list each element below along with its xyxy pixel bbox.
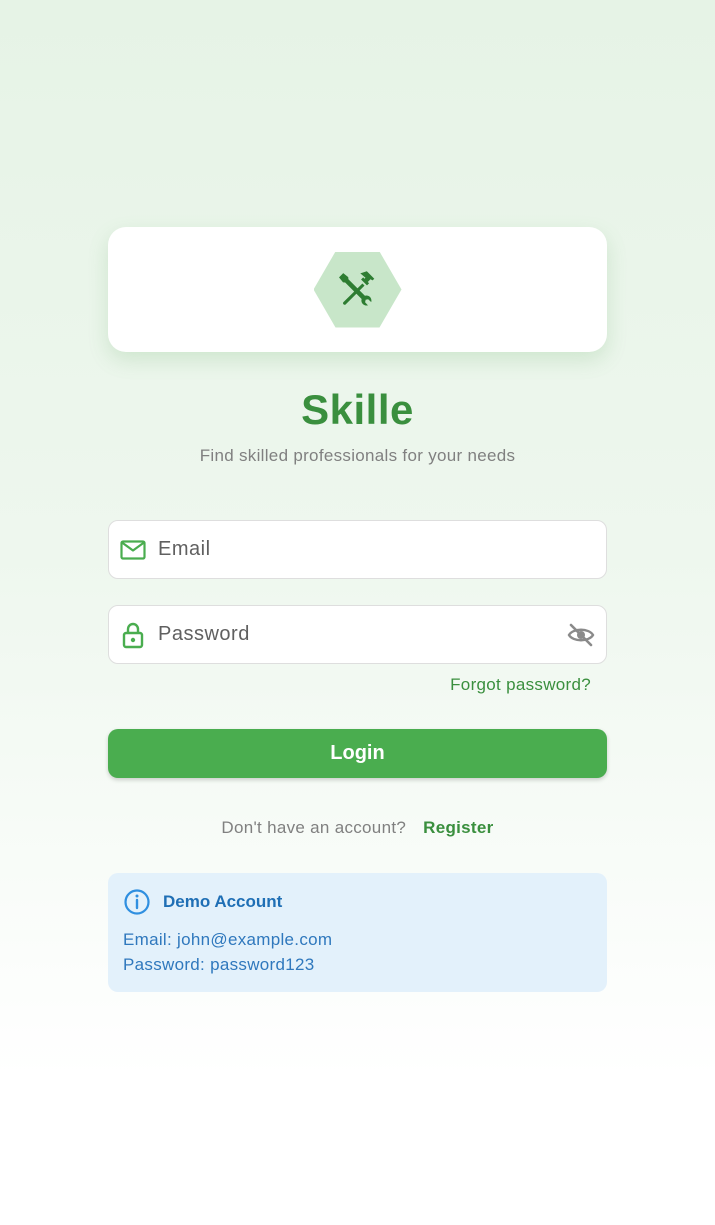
password-input[interactable]: [158, 623, 566, 647]
logo-hexagon: [313, 251, 402, 328]
demo-title: Demo Account: [163, 892, 283, 912]
demo-header: Demo Account: [123, 888, 592, 916]
forgot-password-link[interactable]: Forgot password?: [450, 675, 591, 694]
info-icon: [123, 888, 151, 916]
login-button[interactable]: Login: [108, 729, 607, 779]
demo-email: Email: john@example.com: [123, 930, 333, 950]
email-field[interactable]: [108, 520, 607, 580]
eye-off-icon[interactable]: [566, 620, 596, 650]
lock-icon: [120, 622, 146, 648]
app-title: Skille: [301, 386, 414, 433]
register-link[interactable]: Register: [423, 818, 493, 837]
demo-password: Password: password123: [123, 955, 315, 975]
hammer-wrench-icon: [338, 270, 374, 306]
login-container: Skille Find skilled professionals for yo…: [108, 227, 607, 993]
register-question: Don't have an account?: [221, 818, 407, 838]
password-field[interactable]: [108, 605, 607, 665]
forgot-row: Forgot password?: [108, 675, 607, 695]
demo-account-box: Demo Account Email: john@example.com Pas…: [108, 873, 607, 993]
register-row: Don't have an account? Register: [108, 818, 607, 838]
app-subtitle: Find skilled professionals for your need…: [199, 446, 516, 466]
logo-card: [108, 227, 607, 352]
email-input[interactable]: [158, 538, 606, 562]
mail-icon: [120, 537, 146, 563]
